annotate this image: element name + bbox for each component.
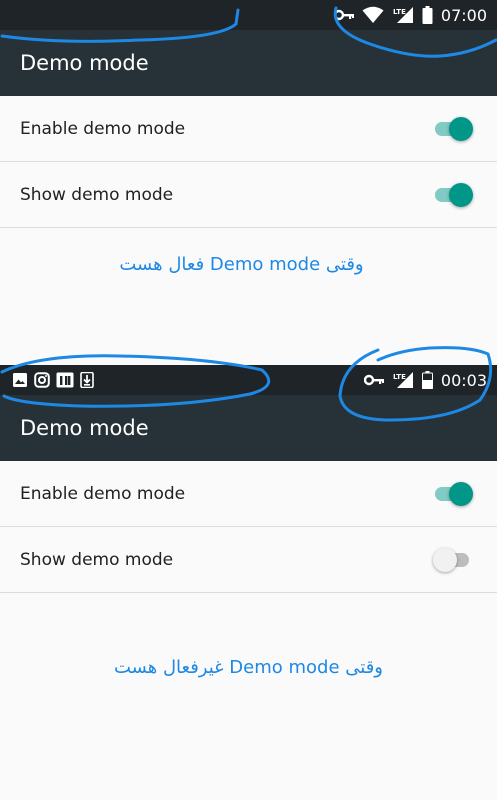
show-demo-mode-switch[interactable] [433, 182, 473, 207]
app-toolbar: Demo mode [0, 30, 497, 96]
enable-demo-mode-switch[interactable] [433, 481, 473, 506]
setting-label: Enable demo mode [20, 483, 186, 504]
setting-label: Show demo mode [20, 184, 174, 205]
status-bar: LTE 00:03 [0, 365, 497, 395]
download-icon [80, 372, 94, 388]
key-icon [333, 9, 354, 21]
battery-icon [422, 6, 433, 24]
signal-icon: LTE [392, 6, 414, 24]
screenshot-demo-off: LTE 00:03 Demo mode Enable demo mode Sho… [0, 365, 497, 800]
status-time: 07:00 [440, 5, 487, 25]
screenshot-demo-on: LTE 07:00 Demo mode Enable demo mode Sho… [0, 0, 497, 365]
setting-show-demo-mode[interactable]: Show demo mode [0, 527, 497, 593]
status-left [12, 372, 94, 388]
status-right: LTE 07:00 [333, 5, 487, 25]
setting-enable-demo-mode[interactable]: Enable demo mode [0, 96, 497, 162]
wifi-icon [362, 6, 384, 24]
caption-demo-on: وقتی Demo mode فعال هست [119, 254, 364, 275]
setting-label: Show demo mode [20, 549, 174, 570]
show-demo-mode-switch[interactable] [433, 547, 473, 572]
page-title: Demo mode [20, 51, 149, 75]
battery-icon [421, 371, 433, 389]
app-toolbar: Demo mode [0, 395, 497, 461]
caption-demo-off: وقتی Demo mode غیرفعال هست [114, 657, 383, 678]
setting-show-demo-mode[interactable]: Show demo mode [0, 162, 497, 228]
lte-label: LTE [393, 373, 406, 381]
key-icon [363, 374, 384, 386]
calendar-icon [56, 372, 74, 388]
setting-enable-demo-mode[interactable]: Enable demo mode [0, 461, 497, 527]
status-right: LTE 00:03 [363, 370, 487, 390]
lte-label: LTE [393, 8, 406, 16]
status-time: 00:03 [440, 370, 487, 390]
signal-icon: LTE [392, 371, 414, 389]
setting-label: Enable demo mode [20, 118, 186, 139]
instagram-icon [34, 372, 50, 388]
enable-demo-mode-switch[interactable] [433, 116, 473, 141]
image-icon [12, 372, 28, 388]
status-bar: LTE 07:00 [0, 0, 497, 30]
page-title: Demo mode [20, 416, 149, 440]
